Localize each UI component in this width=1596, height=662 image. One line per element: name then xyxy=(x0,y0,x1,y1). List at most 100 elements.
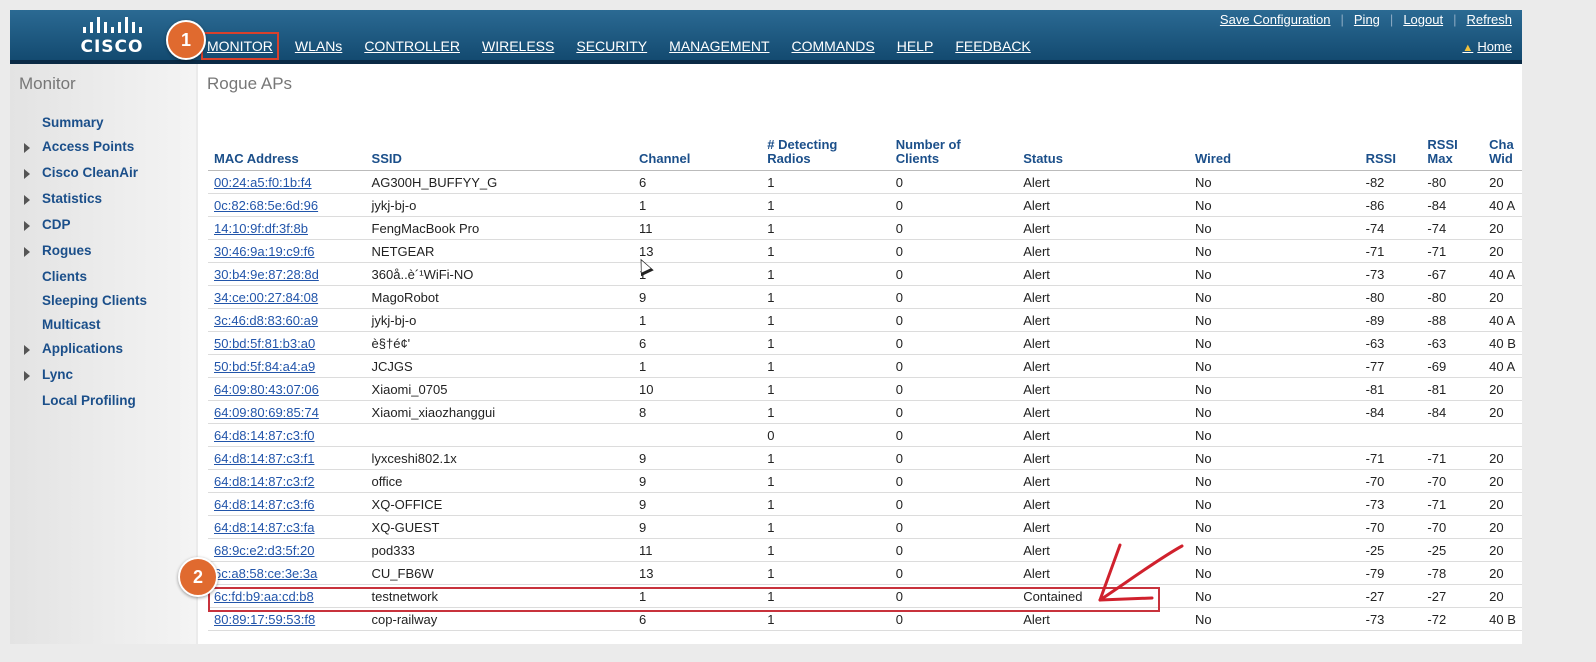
cell-mac[interactable]: 64:d8:14:87:c3:f2 xyxy=(208,469,366,493)
cell-mac[interactable]: 64:d8:14:87:c3:f0 xyxy=(208,423,366,447)
cell-mac[interactable]: 34:ce:00:27:84:08 xyxy=(208,285,366,309)
cell-detecting-radios: 1 xyxy=(761,239,890,263)
sidebar: Monitor Summary Access Points Cisco Clea… xyxy=(10,64,196,644)
nav-wireless[interactable]: WIRELESS xyxy=(482,38,554,54)
cell-channel-width: 20 xyxy=(1483,216,1522,240)
cell-mac[interactable]: 80:89:17:59:53:f8 xyxy=(208,607,366,631)
nav-management[interactable]: MANAGEMENT xyxy=(669,38,769,54)
cell-detecting-radios: 1 xyxy=(761,446,890,470)
cell-ssid: jykj-bj-o xyxy=(365,193,634,217)
column-header-number-of-clients: Number of Clients xyxy=(889,134,1018,171)
cell-channel-width: 40 A xyxy=(1483,193,1522,217)
cell-mac[interactable]: 00:24:a5:f0:1b:f4 xyxy=(208,170,366,194)
cell-clients: 0 xyxy=(889,584,1018,608)
sidebar-item-label: Multicast xyxy=(42,317,101,332)
sidebar-item-cdp[interactable]: CDP xyxy=(22,216,147,242)
cell-channel: 6 xyxy=(633,607,762,631)
cell-detecting-radios: 1 xyxy=(761,308,890,332)
table-row: 00:24:a5:f0:1b:f4 AG300H_BUFFYY_G 6 1 0 Alert… xyxy=(208,170,1522,194)
nav-commands[interactable]: COMMANDS xyxy=(792,38,875,54)
main-nav: MONITOR WLANs CONTROLLER WIRELESS SECURI… xyxy=(201,32,1053,60)
cell-channel: 1 xyxy=(633,584,762,608)
cell-mac[interactable]: 0c:82:68:5e:6d:96 xyxy=(208,193,366,217)
cell-channel: 9 xyxy=(633,492,762,516)
expand-arrow-icon[interactable] xyxy=(24,345,30,355)
cell-wired: No xyxy=(1189,262,1360,286)
sidebar-item-cisco-cleanair[interactable]: Cisco CleanAir xyxy=(22,164,147,190)
expand-arrow-icon[interactable] xyxy=(24,169,30,179)
cell-mac[interactable]: 14:10:9f:df:3f:8b xyxy=(208,216,366,240)
cell-mac[interactable]: 30:46:9a:19:c9:f6 xyxy=(208,239,366,263)
cell-ssid: è§†é¢' xyxy=(365,331,634,355)
cell-channel-width: 20 xyxy=(1483,538,1522,562)
table-header-row: MAC Address SSID Channel # Detecting Radi… xyxy=(208,134,1522,171)
cell-mac[interactable]: 3c:46:d8:83:60:a9 xyxy=(208,308,366,332)
home-label: Home xyxy=(1477,39,1512,54)
expand-arrow-icon[interactable] xyxy=(24,221,30,231)
column-header-status: Status xyxy=(1017,134,1190,171)
ping-link[interactable]: Ping xyxy=(1354,12,1380,27)
cell-wired: No xyxy=(1189,400,1360,424)
cell-rssi-max: -69 xyxy=(1421,354,1484,378)
cell-channel-width: 20 xyxy=(1483,469,1522,493)
cisco-logo: CISCO xyxy=(67,15,157,59)
expand-arrow-icon[interactable] xyxy=(24,195,30,205)
table-row: 64:d8:14:87:c3:f6 XQ-OFFICE 9 1 0 Alert No -73… xyxy=(208,492,1522,516)
cell-mac[interactable]: 50:bd:5f:84:a4:a9 xyxy=(208,354,366,378)
cell-mac[interactable]: 6c:fd:b9:aa:cd:b8 xyxy=(208,584,366,608)
cell-ssid: office xyxy=(365,469,634,493)
sidebar-item-lync[interactable]: Lync xyxy=(22,366,147,392)
cell-detecting-radios: 1 xyxy=(761,262,890,286)
table-row: 50:bd:5f:81:b3:a0 è§†é¢' 6 1 0 Alert No -63 -63 4… xyxy=(208,331,1522,355)
sidebar-item-clients[interactable]: Clients xyxy=(22,268,147,292)
sidebar-item-access-points[interactable]: Access Points xyxy=(22,138,147,164)
cell-wired: No xyxy=(1189,423,1360,447)
cell-detecting-radios: 0 xyxy=(761,423,890,447)
sidebar-item-summary[interactable]: Summary xyxy=(22,114,147,138)
cell-mac[interactable]: 64:d8:14:87:c3:f6 xyxy=(208,492,366,516)
cell-mac[interactable]: 6c:a8:58:ce:3e:3a xyxy=(208,561,366,585)
nav-monitor[interactable]: MONITOR xyxy=(201,32,279,60)
cell-mac[interactable]: 68:9c:e2:d3:5f:20 xyxy=(208,538,366,562)
logout-link[interactable]: Logout xyxy=(1403,12,1443,27)
expand-arrow-icon[interactable] xyxy=(24,143,30,153)
nav-feedback[interactable]: FEEDBACK xyxy=(955,38,1030,54)
cell-channel: 13 xyxy=(633,561,762,585)
cell-channel-width: 20 xyxy=(1483,515,1522,539)
cell-channel-width xyxy=(1483,423,1522,447)
cell-rssi xyxy=(1359,423,1422,447)
cell-mac[interactable]: 64:09:80:43:07:06 xyxy=(208,377,366,401)
cell-rssi-max: -78 xyxy=(1421,561,1484,585)
nav-wlans[interactable]: WLANs xyxy=(295,38,342,54)
sidebar-item-statistics[interactable]: Statistics xyxy=(22,190,147,216)
cell-mac[interactable]: 64:09:80:69:85:74 xyxy=(208,400,366,424)
cell-status: Alert xyxy=(1017,331,1190,355)
nav-help[interactable]: HELP xyxy=(897,38,934,54)
cell-rssi: -25 xyxy=(1359,538,1422,562)
table-row: 64:d8:14:87:c3:f1 lyxceshi802.1x 9 1 0 Alert N… xyxy=(208,446,1522,470)
expand-arrow-icon[interactable] xyxy=(24,371,30,381)
cell-mac[interactable]: 30:b4:9e:87:28:8d xyxy=(208,262,366,286)
sidebar-item-sleeping-clients[interactable]: Sleeping Clients xyxy=(22,292,147,316)
sidebar-item-rogues[interactable]: Rogues xyxy=(22,242,147,268)
cell-mac[interactable]: 64:d8:14:87:c3:f1 xyxy=(208,446,366,470)
expand-arrow-icon[interactable] xyxy=(24,247,30,257)
sidebar-item-multicast[interactable]: Multicast xyxy=(22,316,147,340)
cell-mac[interactable]: 64:d8:14:87:c3:fa xyxy=(208,515,366,539)
cell-rssi-max: -71 xyxy=(1421,239,1484,263)
home-link[interactable]: ▲ Home xyxy=(1462,39,1512,54)
cell-clients: 0 xyxy=(889,446,1018,470)
cell-clients: 0 xyxy=(889,538,1018,562)
cell-rssi-max: -72 xyxy=(1421,607,1484,631)
nav-controller[interactable]: CONTROLLER xyxy=(364,38,460,54)
cell-channel: 9 xyxy=(633,469,762,493)
cell-mac[interactable]: 50:bd:5f:81:b3:a0 xyxy=(208,331,366,355)
cell-wired: No xyxy=(1189,515,1360,539)
nav-security[interactable]: SECURITY xyxy=(576,38,647,54)
sidebar-item-local-profiling[interactable]: Local Profiling xyxy=(22,392,147,418)
refresh-link[interactable]: Refresh xyxy=(1466,12,1512,27)
cell-status: Alert xyxy=(1017,193,1190,217)
sidebar-item-applications[interactable]: Applications xyxy=(22,340,147,366)
cell-status: Alert xyxy=(1017,377,1190,401)
save-configuration-link[interactable]: Save Configuration xyxy=(1220,12,1331,27)
